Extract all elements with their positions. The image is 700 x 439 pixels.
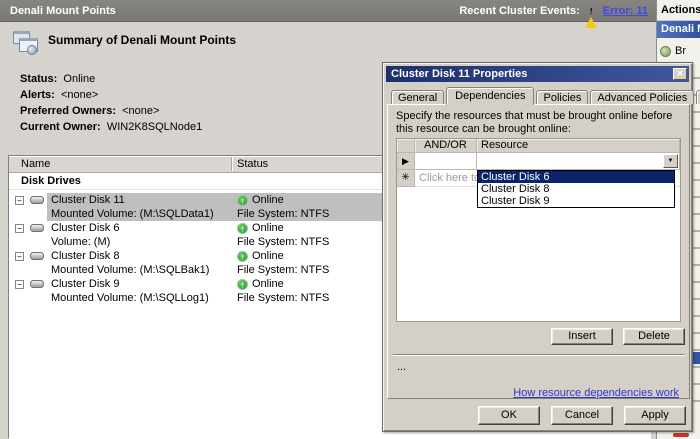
actions-pane-clipped-selected-item — [693, 352, 700, 364]
resource-dropdown-list: Cluster Disk 6 Cluster Disk 8 Cluster Di… — [477, 170, 675, 208]
actions-item-bring-online[interactable]: Br — [657, 42, 700, 60]
close-icon[interactable]: ✕ — [673, 68, 687, 80]
current-owner-field: Current Owner: WIN2K8SQLNode1 — [20, 119, 202, 135]
insert-button[interactable]: Insert — [551, 328, 613, 345]
current-owner-value: WIN2K8SQLNode1 — [107, 121, 202, 133]
filesystem-text: File System: NTFS — [237, 264, 329, 276]
disk-icon — [30, 196, 44, 204]
recent-cluster-events: Recent Cluster Events: ! Error: 11 — [459, 5, 648, 17]
dropdown-option[interactable]: Cluster Disk 8 — [478, 183, 674, 195]
alerts-value: <none> — [61, 89, 98, 101]
status-text: Online — [252, 194, 284, 206]
column-header-status[interactable]: Status — [237, 158, 268, 170]
alerts-field: Alerts: <none> — [20, 87, 202, 103]
online-status-icon: ↑ — [237, 279, 248, 290]
help-link[interactable]: How resource dependencies work — [513, 387, 679, 399]
grid-column-resource: Resource — [477, 139, 680, 153]
gear-icon — [660, 46, 671, 57]
dialog-tabs: General Dependencies Policies Advanced P… — [391, 88, 700, 104]
resource-combobox[interactable]: ▼ — [477, 153, 680, 170]
window-titlebar: Denali Mount Points Recent Cluster Event… — [0, 0, 656, 22]
dropdown-option[interactable]: Cluster Disk 6 — [478, 171, 674, 183]
preferred-owners-field: Preferred Owners: <none> — [20, 103, 202, 119]
status-text: Online — [252, 250, 284, 262]
disk-icon — [30, 224, 44, 232]
filesystem-text: File System: NTFS — [237, 292, 329, 304]
current-row-marker-icon: ▶ — [397, 153, 415, 170]
status-field: Status: Online — [20, 71, 202, 87]
expander-icon[interactable]: − — [15, 280, 24, 289]
online-status-icon: ↑ — [237, 223, 248, 234]
filesystem-text: File System: NTFS — [237, 236, 329, 248]
grid-row-current[interactable]: ▶ ▼ — [397, 153, 680, 170]
grid-header-row: AND/OR Resource — [397, 139, 680, 153]
page-title: Denali Mount Points — [10, 5, 116, 17]
apply-button[interactable]: Apply — [624, 406, 686, 425]
instruction-text: Specify the resources that must be broug… — [396, 110, 685, 136]
grid-column-andor: AND/OR — [415, 139, 477, 153]
chevron-down-icon[interactable]: ▼ — [663, 154, 678, 168]
dependency-expression-text: ... — [397, 361, 406, 373]
actions-pane-clipped-icon — [673, 433, 689, 437]
status-text: Online — [252, 222, 284, 234]
tab-shadow-copies[interactable]: Shadow Copies — [696, 90, 700, 104]
filesystem-text: File System: NTFS — [237, 208, 329, 220]
ok-button[interactable]: OK — [478, 406, 540, 425]
dependencies-grid: AND/OR Resource ▶ ▼ ✳ Click here to add … — [396, 138, 681, 322]
dialog-titlebar[interactable]: Cluster Disk 11 Properties ✕ — [386, 66, 689, 82]
preferred-owners-value: <none> — [122, 105, 159, 117]
summary-title: Summary of Denali Mount Points — [48, 33, 236, 47]
dependencies-tab-page: Specify the resources that must be broug… — [387, 104, 690, 399]
dropdown-option[interactable]: Cluster Disk 9 — [478, 195, 674, 207]
tab-policies[interactable]: Policies — [536, 90, 588, 104]
actions-section-denali[interactable]: Denali Mount Points — [657, 21, 700, 38]
summary-windows-gear-icon — [13, 31, 41, 57]
andor-cell[interactable] — [415, 153, 477, 170]
expander-icon[interactable]: − — [15, 224, 24, 233]
recent-events-label: Recent Cluster Events: — [459, 5, 579, 17]
cancel-button[interactable]: Cancel — [551, 406, 613, 425]
delete-button[interactable]: Delete — [623, 328, 685, 345]
online-status-icon: ↑ — [237, 195, 248, 206]
warning-icon: ! — [585, 5, 598, 16]
separator — [393, 354, 685, 356]
column-divider[interactable] — [231, 157, 232, 171]
column-header-name[interactable]: Name — [21, 158, 50, 170]
new-row-marker-icon: ✳ — [397, 170, 415, 187]
disk-icon — [30, 280, 44, 288]
expander-icon[interactable]: − — [15, 252, 24, 261]
tab-dependencies[interactable]: Dependencies — [446, 87, 534, 105]
actions-pane-header: Actions — [657, 0, 700, 21]
status-value: Online — [63, 73, 95, 85]
status-text: Online — [252, 278, 284, 290]
tab-advanced-policies[interactable]: Advanced Policies — [590, 90, 694, 104]
tab-general[interactable]: General — [391, 90, 444, 104]
cluster-disk-properties-dialog: Cluster Disk 11 Properties ✕ General Dep… — [382, 62, 693, 432]
error-count-link[interactable]: Error: 11 — [603, 5, 648, 17]
dialog-title: Cluster Disk 11 Properties — [391, 68, 527, 80]
online-status-icon: ↑ — [237, 251, 248, 262]
disk-icon — [30, 252, 44, 260]
summary-fields: Status: Online Alerts: <none> Preferred … — [20, 71, 202, 135]
expander-icon[interactable]: − — [15, 196, 24, 205]
